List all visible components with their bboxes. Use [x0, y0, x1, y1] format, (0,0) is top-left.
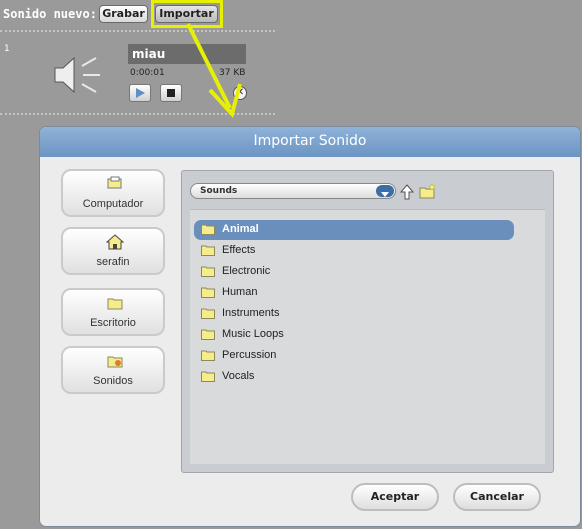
speaker-icon — [54, 56, 100, 94]
folder-row-vocals[interactable]: Vocals — [194, 367, 514, 387]
dropdown-button[interactable] — [376, 185, 394, 197]
home-icon — [106, 234, 124, 250]
annotation-arrow — [186, 23, 242, 119]
new-folder-icon[interactable] — [419, 183, 436, 200]
new-sound-label: Sonido nuevo: — [3, 7, 97, 21]
computer-icon — [107, 176, 122, 189]
folder-label: Human — [222, 286, 258, 298]
place-desktop-button[interactable]: Escritorio — [61, 288, 165, 336]
folder-row-human[interactable]: Human — [194, 283, 514, 303]
sound-duration: 0:00:01 — [130, 68, 165, 78]
stop-icon — [167, 89, 175, 97]
folder-label: Percussion — [222, 349, 277, 361]
play-icon — [136, 88, 145, 98]
dialog-titlebar[interactable]: Importar Sonido — [40, 127, 580, 157]
folder-row-electronic[interactable]: Electronic — [194, 262, 514, 282]
folder-row-animal[interactable]: Animal — [194, 220, 514, 240]
place-computer-button[interactable]: Computador — [61, 169, 165, 217]
desktop-folder-icon — [107, 298, 123, 310]
folder-icon — [201, 266, 215, 277]
sound-index: 1 — [4, 44, 10, 54]
stop-button[interactable] — [160, 84, 182, 102]
folder-row-percussion[interactable]: Percussion — [194, 346, 514, 366]
place-label: Sonidos — [93, 375, 133, 387]
path-text: Sounds — [200, 186, 238, 196]
folder-label: Effects — [222, 244, 256, 256]
folder-row-effects[interactable]: Effects — [194, 241, 514, 261]
parent-folder-icon[interactable] — [399, 183, 415, 201]
folder-icon — [201, 287, 215, 298]
file-browser: Sounds Animal Effects Electronic Human I… — [181, 170, 554, 473]
folder-icon — [201, 350, 215, 361]
sound-toolbar: Sonido nuevo: Grabar Importar — [0, 0, 582, 30]
dialog-title: Importar Sonido — [253, 133, 367, 149]
play-button[interactable] — [129, 84, 151, 102]
place-label: serafin — [96, 256, 130, 268]
folder-label: Electronic — [222, 265, 271, 277]
folder-row-instruments[interactable]: Instruments — [194, 304, 514, 324]
folder-label: Music Loops — [222, 328, 284, 340]
folder-icon — [201, 371, 215, 382]
place-label: Escritorio — [90, 317, 136, 329]
cancel-button[interactable]: Cancelar — [453, 483, 541, 511]
chevron-down-icon — [381, 192, 389, 197]
folder-label: Instruments — [222, 307, 280, 319]
path-dropdown[interactable]: Sounds — [190, 183, 396, 199]
record-button[interactable]: Grabar — [99, 5, 148, 23]
accept-button[interactable]: Aceptar — [351, 483, 439, 511]
place-sounds-button[interactable]: Sonidos — [61, 346, 165, 394]
file-list: Animal Effects Electronic Human Instrume… — [190, 209, 545, 464]
import-sound-dialog: Importar Sonido Computador serafin Escri… — [39, 126, 581, 527]
folder-icon — [201, 308, 215, 319]
place-label: Computador — [82, 198, 144, 210]
folder-label: Vocals — [222, 370, 255, 382]
folder-label: Animal — [222, 223, 259, 235]
place-home-button[interactable]: serafin — [61, 227, 165, 275]
folder-icon — [201, 245, 215, 256]
folder-icon — [201, 224, 215, 235]
sounds-folder-icon — [107, 356, 123, 368]
folder-row-music-loops[interactable]: Music Loops — [194, 325, 514, 345]
folder-icon — [201, 329, 215, 340]
